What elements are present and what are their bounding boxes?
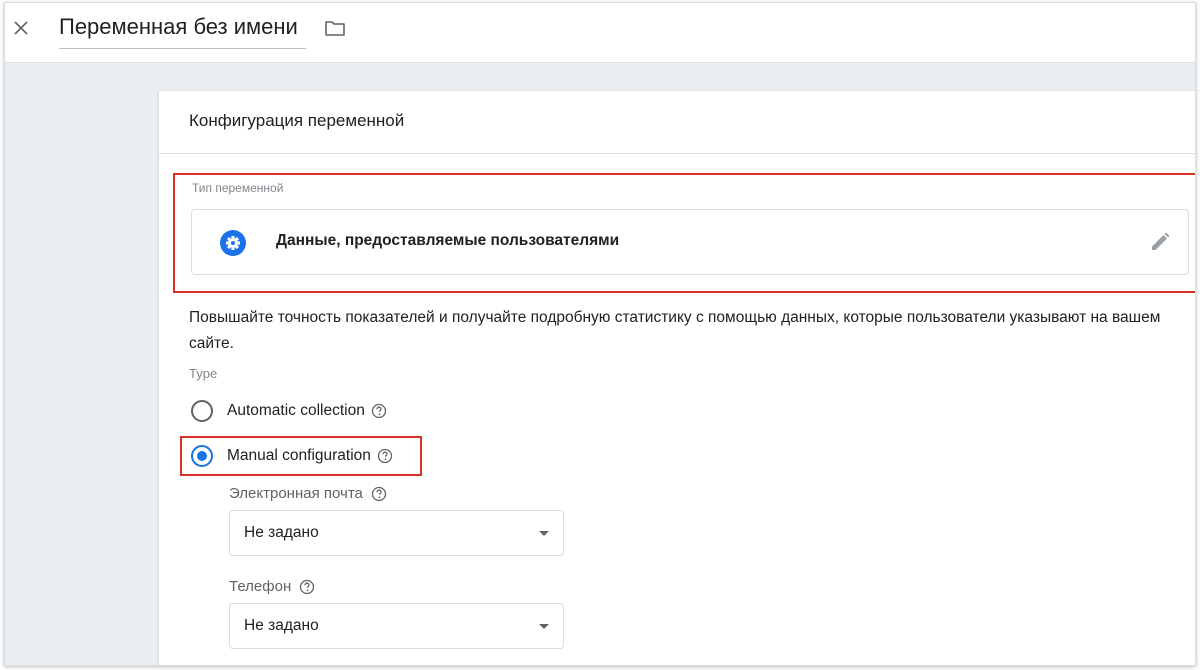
radio-label: Manual configuration	[227, 447, 371, 464]
variable-type-selector[interactable]: Данные, предоставляемые пользователями	[191, 209, 1189, 275]
email-label-text: Электронная почта	[229, 485, 363, 502]
type-caption: Type	[189, 366, 218, 381]
app-window: Переменная без имени Конфигурация переме…	[4, 2, 1196, 666]
phone-select-value: Не задано	[244, 617, 319, 634]
variable-type-name: Данные, предоставляемые пользователями	[276, 232, 620, 249]
card-divider	[159, 153, 1195, 154]
help-icon[interactable]	[371, 486, 387, 502]
email-select-value: Не задано	[244, 524, 319, 541]
variable-name-field[interactable]: Переменная без имени	[59, 11, 306, 49]
help-icon[interactable]	[377, 448, 393, 464]
email-field-label: Электронная почта	[229, 485, 387, 502]
folder-button[interactable]	[321, 14, 349, 42]
help-icon[interactable]	[299, 579, 315, 595]
pencil-icon[interactable]	[1148, 230, 1172, 254]
folder-icon	[325, 21, 345, 36]
help-icon[interactable]	[371, 403, 387, 419]
variable-type-section: Тип переменной Данные, предоставляемые п…	[173, 173, 1195, 293]
top-bar: Переменная без имени	[5, 3, 1195, 63]
close-icon	[14, 21, 28, 35]
variable-type-description: Повышайте точность показателей и получай…	[189, 309, 1161, 352]
radio-button-checked[interactable]	[191, 445, 213, 467]
email-select[interactable]: Не задано	[229, 510, 564, 556]
variable-name-text: Переменная без имени	[59, 14, 298, 39]
card-title: Конфигурация переменной	[189, 111, 405, 130]
variable-type-label: Тип переменной	[192, 181, 284, 195]
close-button[interactable]	[7, 14, 35, 42]
phone-select[interactable]: Не задано	[229, 603, 564, 649]
radio-label: Automatic collection	[227, 402, 365, 419]
phone-field-label: Телефон	[229, 578, 315, 595]
dropdown-arrow-icon	[539, 624, 549, 629]
dropdown-arrow-icon	[539, 531, 549, 536]
variable-configuration-card: Конфигурация переменной Тип переменной Д…	[159, 91, 1195, 665]
phone-label-text: Телефон	[229, 578, 292, 595]
radio-button-unchecked[interactable]	[191, 400, 213, 422]
radio-manual-configuration[interactable]: Manual configuration	[191, 442, 393, 470]
radio-automatic-collection[interactable]: Automatic collection	[191, 397, 387, 425]
gear-icon	[220, 230, 246, 256]
